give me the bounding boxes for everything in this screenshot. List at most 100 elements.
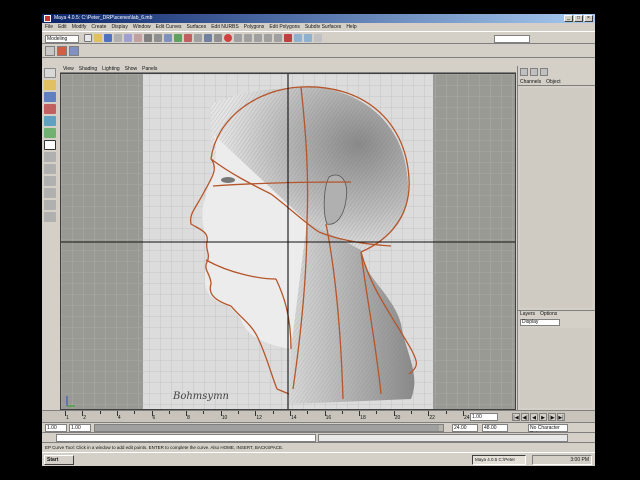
new-scene-icon[interactable] <box>84 34 92 42</box>
menu-surfaces[interactable]: Surfaces <box>186 23 206 31</box>
snap-grid-icon[interactable] <box>234 34 242 42</box>
move-tool-icon[interactable] <box>44 92 56 102</box>
maximize-button[interactable]: □ <box>574 15 583 22</box>
step-forward-button[interactable]: |▶ <box>548 413 556 421</box>
render-icon[interactable] <box>294 34 302 42</box>
four-view-icon[interactable] <box>44 164 56 174</box>
layer-editor-body[interactable] <box>520 328 592 408</box>
go-to-end-button[interactable]: ▶| <box>557 413 565 421</box>
manipulator-tool-icon[interactable] <box>44 128 56 138</box>
menu-subdiv-surfaces[interactable]: Subdiv Surfaces <box>305 23 341 31</box>
menu-edit-polygons[interactable]: Edit Polygons <box>269 23 300 31</box>
current-frame-field[interactable]: 1.00 <box>470 413 498 421</box>
menu-window[interactable]: Window <box>133 23 151 31</box>
render-globals-icon[interactable] <box>314 34 322 42</box>
ipr-render-icon[interactable] <box>304 34 312 42</box>
taskbar-maya-item[interactable]: Maya 4.0.5 C:\Peter <box>472 455 526 465</box>
menu-edit-nurbs[interactable]: Edit NURBS <box>211 23 239 31</box>
shelf-select-tool-icon[interactable] <box>45 46 55 56</box>
object-menu[interactable]: Object <box>546 79 560 85</box>
time-tick <box>307 411 309 414</box>
numeric-input-field[interactable] <box>494 35 530 43</box>
panel-menu-shading[interactable]: Shading <box>79 66 97 72</box>
mask-joints-icon[interactable] <box>154 34 162 42</box>
menu-help[interactable]: Help <box>346 23 356 31</box>
panel-menu-show[interactable]: Show <box>125 66 138 72</box>
toggle-attribute-editor-icon[interactable] <box>520 68 528 76</box>
panel-menu-lighting[interactable]: Lighting <box>102 66 120 72</box>
select-component-icon[interactable] <box>134 34 142 42</box>
command-input[interactable] <box>56 434 316 442</box>
range-slider-thumb[interactable] <box>95 425 439 431</box>
character-set-dropdown[interactable]: No Character Set <box>528 424 568 437</box>
snap-curve-icon[interactable] <box>244 34 252 42</box>
shelf-curve-tool-icon[interactable] <box>57 46 67 56</box>
time-tick <box>341 411 343 414</box>
layers-menu[interactable]: Layers <box>520 311 535 317</box>
minimize-button[interactable]: _ <box>564 15 573 22</box>
toolbox <box>42 66 58 410</box>
shelf-ep-curve-icon[interactable] <box>69 46 79 56</box>
snap-point-icon[interactable] <box>254 34 262 42</box>
make-live-icon[interactable] <box>274 34 282 42</box>
step-back-button[interactable]: ◀| <box>521 413 529 421</box>
scale-tool-icon[interactable] <box>44 116 56 126</box>
mode-dropdown[interactable]: Modeling <box>45 35 79 43</box>
close-button[interactable]: × <box>584 15 593 22</box>
channels-menu[interactable]: Channels <box>520 79 541 85</box>
maya-app-icon <box>44 15 51 22</box>
lock-selection-icon[interactable] <box>224 34 232 42</box>
menu-edit[interactable]: Edit <box>58 23 67 31</box>
toggle-tool-settings-icon[interactable] <box>530 68 538 76</box>
outliner-persp-icon[interactable] <box>44 176 56 186</box>
menu-file[interactable]: File <box>45 23 53 31</box>
options-menu[interactable]: Options <box>540 311 557 317</box>
range-slider[interactable] <box>94 424 444 432</box>
layout-icon[interactable] <box>44 212 56 222</box>
select-object-icon[interactable] <box>124 34 132 42</box>
rotate-tool-icon[interactable] <box>44 104 56 114</box>
select-hierarchy-icon[interactable] <box>114 34 122 42</box>
play-forwards-button[interactable]: ▶ <box>539 413 547 421</box>
graph-persp-icon[interactable] <box>44 188 56 198</box>
mask-handles-icon[interactable] <box>144 34 152 42</box>
panel-menu-panels[interactable]: Panels <box>142 66 157 72</box>
mask-dynamics-icon[interactable] <box>194 34 202 42</box>
menu-edit-curves[interactable]: Edit Curves <box>156 23 182 31</box>
time-slider[interactable]: 1 2 4 6 8 10 12 14 16 18 20 22 24 1.00 |◀ ◀| ◀ ▶ |▶ … <box>42 410 595 422</box>
start-time-field[interactable]: 1.00 <box>45 424 67 432</box>
play-backwards-button[interactable]: ◀ <box>530 413 538 421</box>
playback-end-field[interactable]: 24.00 <box>452 424 478 432</box>
panel-menu-view[interactable]: View <box>63 66 74 72</box>
select-tool-icon[interactable] <box>44 68 56 78</box>
mask-curves-icon[interactable] <box>164 34 172 42</box>
hypershade-icon[interactable] <box>44 200 56 210</box>
mask-deformations-icon[interactable] <box>184 34 192 42</box>
channel-box-body[interactable] <box>520 88 592 308</box>
single-view-icon[interactable] <box>44 152 56 162</box>
command-result <box>318 434 568 442</box>
start-button[interactable]: Start <box>44 455 74 465</box>
mask-rendering-icon[interactable] <box>204 34 212 42</box>
toggle-channel-box-icon[interactable] <box>540 68 548 76</box>
snap-view-plane-icon[interactable] <box>264 34 272 42</box>
menu-modify[interactable]: Modify <box>72 23 87 31</box>
save-scene-icon[interactable] <box>104 34 112 42</box>
menu-create[interactable]: Create <box>91 23 106 31</box>
mask-surfaces-icon[interactable] <box>174 34 182 42</box>
layer-type-dropdown[interactable]: Display <box>520 319 560 326</box>
mask-misc-icon[interactable] <box>214 34 222 42</box>
viewport-canvas[interactable]: Bohmsymn <box>61 74 516 410</box>
menu-display[interactable]: Display <box>111 23 127 31</box>
playback-start-field[interactable]: 1.00 <box>69 424 91 432</box>
history-icon[interactable] <box>284 34 292 42</box>
open-scene-icon[interactable] <box>94 34 102 42</box>
lasso-tool-icon[interactable] <box>44 80 56 90</box>
time-tick <box>445 411 447 414</box>
end-time-field[interactable]: 48.00 <box>482 424 508 432</box>
side-viewport[interactable]: Bohmsymn <box>60 73 516 410</box>
system-tray: 3:00 PM <box>532 455 592 465</box>
go-to-start-button[interactable]: |◀ <box>512 413 520 421</box>
menu-polygons[interactable]: Polygons <box>244 23 265 31</box>
ep-curve-tool-icon[interactable] <box>44 140 56 150</box>
